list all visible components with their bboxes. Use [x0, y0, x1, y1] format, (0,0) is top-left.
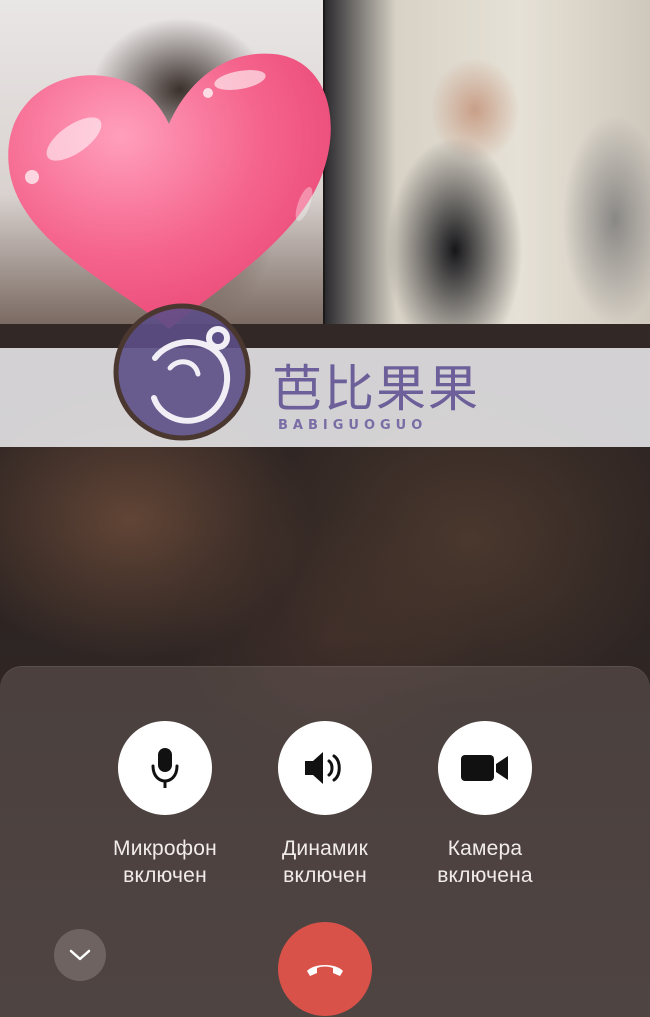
chevron-down-icon	[69, 949, 91, 961]
speaker-icon	[305, 752, 341, 784]
babiguoguo-logo	[113, 303, 251, 441]
speaker-control: Динамик включен	[245, 721, 405, 889]
speaker-label: Динамик включен	[245, 835, 405, 889]
speaker-label-line2: включен	[283, 864, 367, 887]
camera-label: Камера включена	[405, 835, 565, 889]
camera-toggle-button[interactable]	[438, 721, 532, 815]
speaker-label-line1: Динамик	[282, 837, 368, 860]
camera-label-line2: включена	[437, 864, 533, 887]
camera-control: Камера включена	[405, 721, 565, 889]
video-camera-icon	[461, 755, 508, 781]
video-tile-remote[interactable]	[323, 0, 650, 324]
microphone-icon	[151, 748, 179, 788]
camera-label-line1: Камера	[447, 837, 523, 860]
watermark-chinese: 芭比果果	[272, 360, 480, 418]
watermark-text: 芭比果果 BABIGUOGUO	[272, 360, 492, 433]
watermark-latin: BABIGUOGUO	[278, 418, 428, 433]
call-controls-sheet: Микрофон включен Динамик включен Камера …	[0, 666, 650, 1017]
microphone-label-line1: Микрофон	[113, 837, 217, 860]
heart-sticker-icon	[8, 53, 331, 329]
microphone-label-line2: включен	[123, 864, 207, 887]
phone-hangup-icon	[307, 965, 343, 976]
collapse-button[interactable]	[54, 929, 106, 981]
microphone-label: Микрофон включен	[85, 835, 245, 889]
microphone-toggle-button[interactable]	[118, 721, 212, 815]
speaker-toggle-button[interactable]	[278, 721, 372, 815]
microphone-control: Микрофон включен	[85, 721, 245, 889]
end-call-button[interactable]	[278, 922, 372, 1016]
